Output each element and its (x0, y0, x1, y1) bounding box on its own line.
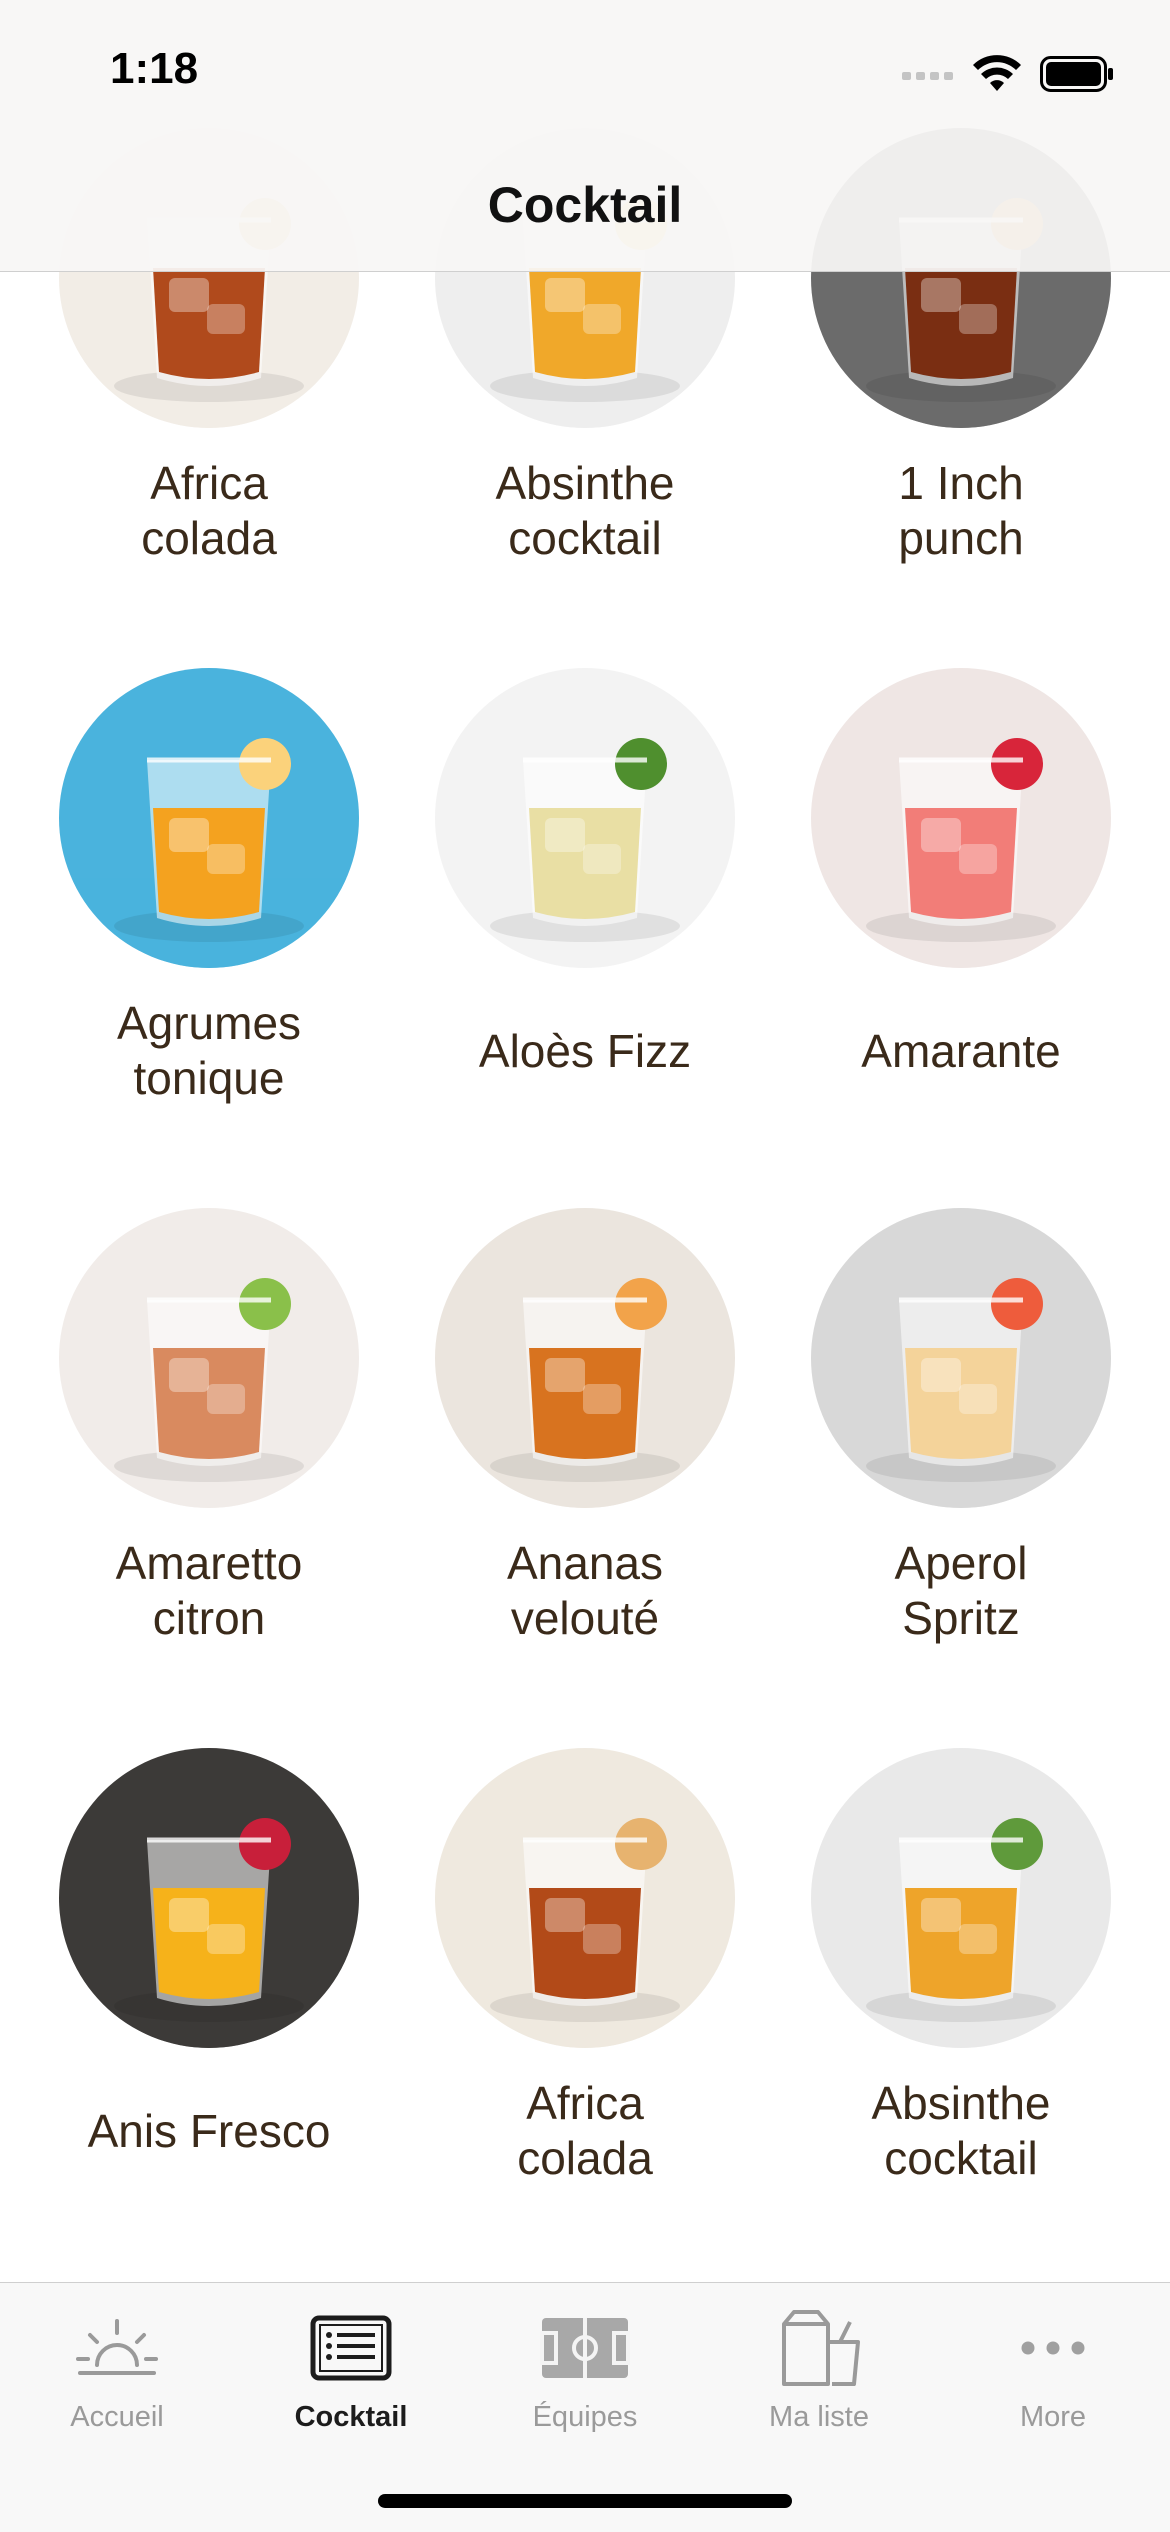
tab-bar: Accueil Cocktail Équipes Ma liste More (0, 2282, 1170, 2532)
tab-accueil[interactable]: Accueil (0, 2283, 234, 2473)
cocktail-image[interactable] (59, 1748, 359, 2048)
cocktail-image[interactable] (435, 1748, 735, 2048)
home-indicator (378, 2494, 792, 2508)
tab-label: Cocktail (294, 2401, 408, 2433)
cocktail-name: Absinthe cocktail (495, 457, 675, 564)
shaker-icon (782, 2310, 860, 2386)
battery-icon (1040, 56, 1113, 92)
cocktail-image[interactable] (811, 1748, 1111, 2048)
cocktail-name: Amarante (861, 1024, 1061, 1077)
tab-label: Accueil (70, 2401, 164, 2433)
cocktail-name: Absinthe cocktail (871, 2077, 1051, 2184)
navigation-bar: 1:18 Cocktail (0, 0, 1170, 272)
tab-ma-liste[interactable]: Ma liste (702, 2283, 936, 2473)
cocktail-name: Aloès Fizz (478, 1024, 692, 1077)
cocktail-name: Aperol Spritz (894, 1537, 1028, 1644)
tab-label: Ma liste (769, 2401, 869, 2433)
status-indicators (902, 52, 1114, 96)
page-title: Cocktail (487, 177, 683, 233)
cocktail-name: Africa colada (141, 457, 277, 564)
cocktail-image[interactable] (435, 1208, 735, 1508)
tab-more[interactable]: More (936, 2283, 1170, 2473)
sunrise-icon (76, 2319, 158, 2375)
tab-equipes[interactable]: Équipes (468, 2283, 702, 2473)
screen: Africa colada Absinthe cocktail 1 Inch pun… (0, 0, 1170, 2532)
field-icon (540, 2318, 630, 2378)
cocktail-grid[interactable]: Africa colada Absinthe cocktail 1 Inch pun… (0, 0, 1170, 2532)
cellular-signal-icon (902, 72, 953, 80)
tab-cocktail[interactable]: Cocktail (234, 2283, 468, 2473)
cocktail-image[interactable] (435, 668, 735, 968)
wifi-icon (973, 55, 1021, 91)
cocktail-name: 1 Inch punch (898, 457, 1024, 564)
more-icon (1021, 2341, 1085, 2355)
tab-label: More (1019, 2401, 1087, 2433)
cocktail-image[interactable] (811, 1208, 1111, 1508)
cocktail-name: Anis Fresco (87, 2104, 331, 2157)
cocktail-image[interactable] (811, 668, 1111, 968)
cocktail-name: Agrumes tonique (116, 997, 302, 1104)
menu-card-icon (310, 2315, 392, 2381)
cocktail-name: Africa colada (517, 2077, 653, 2184)
cocktail-name: Amaretto citron (115, 1537, 303, 1644)
cocktail-image[interactable] (59, 668, 359, 968)
tab-label: Équipes (532, 2401, 638, 2433)
status-time: 1:18 (110, 44, 199, 93)
cocktail-name: Ananas velouté (506, 1537, 663, 1644)
cocktail-image[interactable] (59, 1208, 359, 1508)
